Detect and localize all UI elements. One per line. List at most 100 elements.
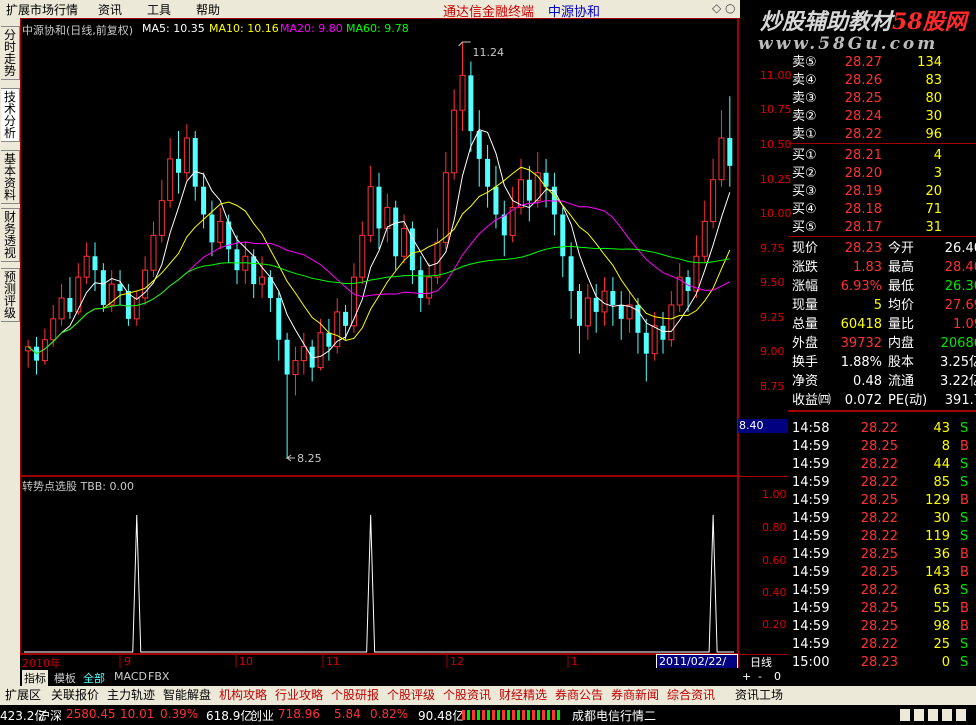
candle-body [568, 256, 574, 292]
bid-price: 28.17 [844, 220, 882, 235]
func-button[interactable]: 行业攻略 [272, 687, 326, 703]
ask-label: 卖② [792, 109, 817, 124]
trade-row: 14:59 28.22 63 S [788, 582, 976, 600]
ask-row[interactable]: 卖⑤ 28.27 134 [788, 54, 976, 72]
stat-value: 5 [873, 298, 882, 313]
trade-time: 14:59 [792, 529, 830, 544]
menu-item-news[interactable]: 资讯 [98, 1, 122, 18]
func-button[interactable]: 智能解盘 [160, 687, 214, 703]
tab-all[interactable]: 全部 [83, 670, 105, 686]
side-tab-forecast[interactable]: 预测评级 [1, 268, 20, 322]
zoom-in-button[interactable]: + [742, 670, 751, 683]
indicator-chart[interactable]: 转势点选股 TBB: 0.00 [20, 476, 738, 654]
stat-value: 0.48 [853, 374, 882, 389]
kline-svg[interactable]: 11.24 8.25 [20, 18, 738, 476]
candle-body [710, 179, 717, 222]
trade-price: 28.25 [860, 547, 898, 562]
ma60-line [27, 245, 730, 355]
trade-price: 28.22 [860, 475, 898, 490]
tab-indicator[interactable]: 指标 [22, 670, 48, 686]
ma10-label: MA10: 10.16 [209, 22, 279, 35]
func-button[interactable]: 个股研报 [328, 687, 382, 703]
bid-label: 买④ [792, 202, 817, 217]
func-button[interactable]: 主力轨迹 [104, 687, 158, 703]
stat-value: 3.22亿 [940, 374, 976, 389]
func-button[interactable]: 个股资讯 [440, 687, 494, 703]
server-label: 成都电信行情二 [572, 709, 657, 723]
bid-row[interactable]: 买③ 28.19 20 [788, 183, 976, 201]
date-label-jan: 1 [571, 655, 578, 668]
zoom-reset-button[interactable]: 0 [774, 670, 781, 683]
bid-row[interactable]: 买① 28.21 4 [788, 147, 976, 165]
low-price-marker [285, 454, 296, 462]
bid-row[interactable]: 买⑤ 28.17 31 [788, 219, 976, 237]
trade-price: 28.25 [860, 565, 898, 580]
bid-row[interactable]: 买④ 28.18 71 [788, 201, 976, 219]
ask-row[interactable]: 卖③ 28.25 80 [788, 90, 976, 108]
func-button[interactable]: 财经精选 [496, 687, 550, 703]
zoom-out-button[interactable]: - [758, 670, 762, 683]
stat-value: 1.83 [853, 260, 882, 275]
stat-label: 今开 [888, 241, 915, 256]
trade-volume: 0 [941, 655, 950, 670]
date-label-oct: 10 [239, 655, 253, 668]
indicator-svg[interactable] [20, 476, 738, 654]
candle-body [384, 207, 391, 229]
func-button[interactable]: 综合资讯 [664, 687, 718, 703]
candle-body [117, 284, 123, 292]
trade-time: 14:59 [792, 619, 830, 634]
ask-row[interactable]: 卖① 28.22 96 [788, 126, 976, 144]
watermark-text-b: 58股网 [892, 9, 967, 35]
stat-value: 39732 [840, 336, 882, 351]
ask-row[interactable]: 卖④ 28.26 83 [788, 72, 976, 90]
price-tick: 9.00 [760, 345, 785, 358]
watermark-title: 炒股辅助教材58股网 [760, 4, 967, 36]
window-controls-icon[interactable]: ◇ ○ [712, 1, 736, 15]
bid-label: 买⑤ [792, 220, 817, 235]
date-label-dec: 12 [450, 655, 464, 668]
candle-body [317, 332, 324, 369]
menu-item-tools[interactable]: 工具 [147, 1, 171, 18]
stat-label: 总量 [792, 317, 819, 332]
candle-body [401, 227, 408, 257]
trade-row: 14:59 28.22 85 S [788, 474, 976, 492]
func-button[interactable]: 券商新闻 [608, 687, 662, 703]
func-button[interactable]: 个股评级 [384, 687, 438, 703]
ask-label: 卖① [792, 127, 817, 142]
cy-volume: 618.9亿 [206, 709, 253, 723]
bid-label: 买② [792, 166, 817, 181]
high-price-label: 11.24 [473, 46, 505, 59]
func-button[interactable]: 扩展区 [2, 687, 44, 703]
trade-time: 15:00 [792, 655, 830, 670]
stat-value: 26.40 [944, 241, 976, 256]
candle-body [593, 298, 599, 312]
function-bar: 扩展区 关联报价 主力轨迹 智能解盘 机构攻略 行业攻略 个股研报 个股评级 个… [0, 686, 976, 705]
side-tab-technical[interactable]: 技术分析 [1, 88, 20, 142]
menu-item-help[interactable]: 帮助 [196, 1, 220, 18]
menu-item-extended-market[interactable]: 扩展市场行情 [6, 1, 78, 18]
side-tab-financials[interactable]: 财务透视 [1, 208, 20, 262]
func-button[interactable]: 资讯工场 [732, 687, 786, 703]
kline-chart[interactable]: 11.24 8.25 中源协和(日线,前复权) MA5: 10.35 MA10:… [20, 18, 738, 476]
tab-macd[interactable]: MACD [114, 670, 147, 683]
tray-icons[interactable] [900, 709, 970, 721]
side-tab-fundamentals[interactable]: 基本资料 [1, 150, 20, 204]
ask-label: 卖⑤ [792, 55, 817, 70]
candle-body [660, 325, 666, 340]
trade-volume: 63 [933, 583, 950, 598]
ask-row[interactable]: 卖② 28.24 30 [788, 108, 976, 126]
tab-template[interactable]: 模板 [54, 670, 76, 686]
stat-row: 现价 28.23 今开 26.40 [788, 240, 976, 258]
func-button[interactable]: 机构攻略 [216, 687, 270, 703]
func-button[interactable]: 券商公告 [552, 687, 606, 703]
bid-row[interactable]: 买② 28.20 3 [788, 165, 976, 183]
tab-fbx[interactable]: FBX [148, 670, 169, 683]
indicator-tab-bar: 指标 模板 全部 MACD FBX + - 0 [20, 668, 781, 686]
bid-volume: 4 [933, 148, 942, 163]
bid-price: 28.20 [844, 166, 882, 181]
side-tab-intraday[interactable]: 分时走势 [1, 26, 20, 80]
func-button[interactable]: 关联报价 [48, 687, 102, 703]
candle-body [393, 207, 399, 257]
period-label[interactable]: 日线 [750, 654, 772, 670]
candle-body [50, 318, 57, 341]
